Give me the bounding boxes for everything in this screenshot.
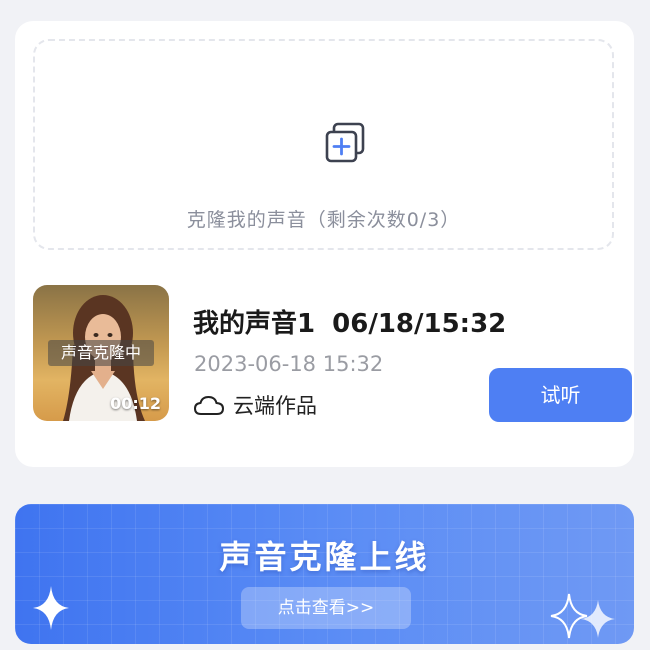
voice-title: 我的声音1 06/18/15:32	[193, 309, 507, 339]
sparkle-icon	[33, 586, 69, 630]
cloud-work-label: 云端作品	[233, 394, 317, 418]
clone-voice-upload-area[interactable]: 克隆我的声音（剩余次数0/3）	[33, 39, 614, 250]
cloud-work-tag: 云端作品	[193, 390, 317, 420]
listen-button[interactable]: 试听	[489, 368, 632, 422]
page: 克隆我的声音（剩余次数0/3） 声音克隆中 00:12 我的声音1 06/18/…	[0, 0, 650, 650]
add-copy-icon	[322, 121, 368, 167]
clone-voice-label: 克隆我的声音（剩余次数0/3）	[186, 209, 461, 231]
cloud-icon	[193, 394, 225, 416]
voice-clone-card: 克隆我的声音（剩余次数0/3） 声音克隆中 00:12 我的声音1 06/18/…	[15, 21, 634, 467]
voice-duration: 00:12	[110, 394, 161, 413]
voice-clone-launch-banner[interactable]: 声音克隆上线 点击查看>>	[15, 504, 634, 644]
voice-list-item[interactable]: 声音克隆中 00:12 我的声音1 06/18/15:32 2023-06-18…	[33, 285, 632, 422]
voice-thumbnail: 声音克隆中 00:12	[33, 285, 169, 421]
banner-title: 声音克隆上线	[219, 538, 430, 576]
sparkle-icon	[581, 600, 615, 638]
cloning-status-badge: 声音克隆中	[48, 340, 154, 366]
voice-date: 2023-06-18 15:32	[194, 352, 384, 376]
view-details-button[interactable]: 点击查看>>	[241, 587, 411, 629]
